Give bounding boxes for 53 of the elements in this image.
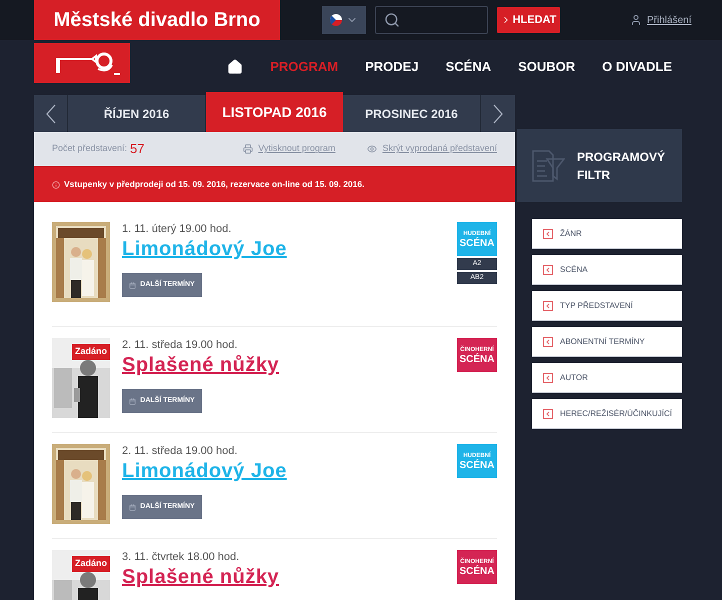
status-label: Zadáno [72, 556, 110, 572]
previous-month-button[interactable] [34, 95, 68, 132]
month-tab[interactable]: LISTOPAD 2016 [206, 92, 343, 132]
logo-icon[interactable] [34, 43, 130, 83]
event-date: 1. 11. úterý 19.00 hod. [122, 222, 232, 236]
filter-option[interactable]: ABONENTNÍ TERMÍNY [532, 327, 682, 357]
month-tab[interactable]: PROSINEC 2016 [343, 95, 481, 132]
calendar-icon [129, 398, 136, 404]
login-link[interactable]: Přihlášení [647, 12, 692, 28]
eye-icon [367, 144, 378, 154]
filter-title: PROGRAMOVÝ [577, 148, 666, 166]
search-button[interactable]: HLEDAT [497, 7, 560, 33]
month-tab[interactable]: ŘÍJEN 2016 [68, 95, 206, 132]
status-label: Zadáno [72, 344, 110, 360]
info-icon [52, 180, 60, 188]
event-title[interactable]: Splašené nůžky [122, 352, 457, 378]
calendar-icon [129, 504, 136, 510]
chevron-left-icon [543, 264, 553, 274]
chevron-left-icon [543, 228, 553, 238]
nav-link[interactable]: SCÉNA [446, 57, 492, 76]
chevron-right-icon [493, 104, 503, 124]
nav-link[interactable]: O DIVADLE [602, 57, 672, 76]
filter-option[interactable]: AUTOR [532, 363, 682, 393]
language-dropdown[interactable] [322, 6, 366, 34]
printer-icon [243, 144, 254, 154]
nav-link[interactable]: SOUBOR [518, 57, 576, 76]
site-title[interactable]: Městské divadlo Brno [34, 0, 280, 40]
search-icon [384, 12, 400, 28]
chevron-left-icon [543, 336, 553, 346]
filter-option[interactable]: TYP PŘEDSTAVENÍ [532, 291, 682, 321]
count-value: 57 [130, 140, 145, 158]
chevron-left-icon [543, 300, 553, 310]
event-date: 3. 11. čtvrtek 18.00 hod. [122, 550, 240, 564]
filter-option[interactable]: SCÉNA [532, 255, 682, 285]
event-date: 2. 11. středa 19.00 hod. [122, 338, 238, 352]
home-icon[interactable] [227, 58, 244, 75]
chevron-left-icon [543, 372, 553, 382]
chevron-left-icon [46, 104, 56, 124]
search-field[interactable] [375, 6, 488, 34]
notice-text: Vstupenky v předprodeji od 15. 09. 2016, rezervace on-line od 15. 09. 2016. [64, 178, 364, 191]
filter-title: FILTR [577, 166, 612, 184]
filter-icon [531, 148, 565, 182]
nav-link[interactable]: PRODEJ [365, 57, 419, 76]
flag-icon [330, 14, 342, 26]
chevron-left-icon [543, 408, 553, 418]
filter-option[interactable]: HEREC/REŽISÉR/ÚČINKUJÍCÍ [532, 399, 682, 429]
filter-option[interactable]: ŽÁNR [532, 219, 682, 249]
event-date: 2. 11. středa 19.00 hod. [122, 444, 238, 458]
event-title[interactable]: Splašené nůžky [122, 564, 457, 590]
calendar-icon [129, 282, 136, 288]
next-month-button[interactable] [481, 95, 515, 132]
user-icon [630, 14, 642, 26]
count-label: Počet představení: [52, 142, 128, 156]
